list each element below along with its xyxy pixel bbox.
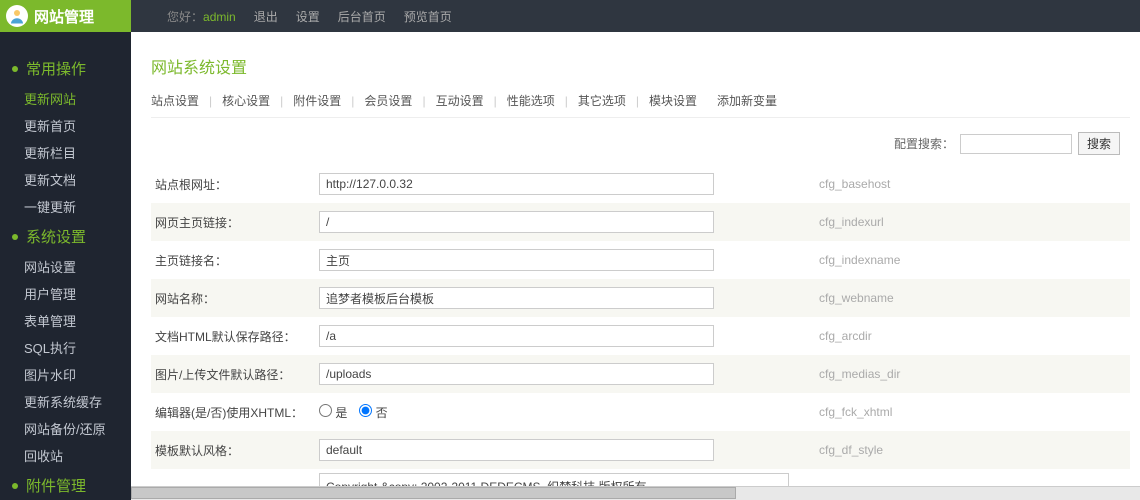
field-label: 主页链接名： xyxy=(151,252,319,269)
tab[interactable]: 模块设置 xyxy=(649,92,697,109)
form-row: 站点根网址： cfg_basehost xyxy=(151,165,1130,203)
content: 网站系统设置 站点设置|核心设置|附件设置|会员设置|互动设置|性能选项|其它选… xyxy=(131,32,1140,500)
topnav-logout[interactable]: 退出 xyxy=(254,8,278,25)
form-row: 文档HTML默认保存路径： cfg_arcdir xyxy=(151,317,1130,355)
form-row: 网站名称： cfg_webname xyxy=(151,279,1130,317)
search-label: 配置搜索： xyxy=(894,135,954,152)
cfg-key: cfg_indexurl xyxy=(799,215,1049,229)
sidebar-item[interactable]: 更新首页 xyxy=(0,112,131,139)
sidebar-group-title[interactable]: 系统设置 xyxy=(0,220,131,253)
cfg-key: cfg_basehost xyxy=(799,177,1049,191)
tabs: 站点设置|核心设置|附件设置|会员设置|互动设置|性能选项|其它选项|模块设置 … xyxy=(151,92,1130,118)
cfg-key: cfg_arcdir xyxy=(799,329,1049,343)
form-row: 主页链接名： cfg_indexname xyxy=(151,241,1130,279)
field-label: 网站名称： xyxy=(151,290,319,307)
cfg-key: cfg_medias_dir xyxy=(799,367,1049,381)
field-label: 编辑器(是/否)使用XHTML： xyxy=(151,404,319,421)
sidebar-item[interactable]: 表单管理 xyxy=(0,307,131,334)
brand-icon xyxy=(6,5,28,27)
tab[interactable]: 性能选项 xyxy=(507,92,555,109)
settings-form: 站点根网址： cfg_basehost 网页主页链接： cfg_indexurl 主页链… xyxy=(151,165,1130,500)
form-row: 编辑器(是/否)使用XHTML： 是 否 cfg_fck_xhtml xyxy=(151,393,1130,431)
cfg-key: cfg_fck_xhtml xyxy=(799,405,1049,419)
dot-icon xyxy=(12,234,18,240)
tab[interactable]: 其它选项 xyxy=(578,92,626,109)
field-label: 站点根网址： xyxy=(151,176,319,193)
form-row: 图片/上传文件默认路径： cfg_medias_dir xyxy=(151,355,1130,393)
text-input[interactable] xyxy=(319,325,714,347)
sidebar-item[interactable]: SQL执行 xyxy=(0,334,131,361)
radio-option[interactable]: 是 xyxy=(319,406,347,420)
cfg-key: cfg_webname xyxy=(799,291,1049,305)
dot-icon xyxy=(12,66,18,72)
text-input[interactable] xyxy=(319,287,714,309)
sidebar-item[interactable]: 更新栏目 xyxy=(0,139,131,166)
sidebar-item[interactable]: 图片水印 xyxy=(0,361,131,388)
field-label: 文档HTML默认保存路径： xyxy=(151,328,319,345)
form-row: 网页主页链接： cfg_indexurl xyxy=(151,203,1130,241)
search-button[interactable]: 搜索 xyxy=(1078,132,1120,155)
sidebar-item[interactable]: 回收站 xyxy=(0,442,131,469)
topnav-greeting: 您好：admin xyxy=(167,8,236,25)
topbar: 网站管理 您好：admin 退出 设置 后台首页 预览首页 xyxy=(0,0,1140,32)
text-input[interactable] xyxy=(319,363,714,385)
text-input[interactable] xyxy=(319,211,714,233)
search-row: 配置搜索： 搜索 xyxy=(151,126,1130,165)
brand: 网站管理 xyxy=(0,0,131,32)
sidebar-item[interactable]: 网站设置 xyxy=(0,253,131,280)
topnav: 您好：admin 退出 设置 后台首页 预览首页 xyxy=(167,8,452,25)
text-input[interactable] xyxy=(319,439,714,461)
radio-option[interactable]: 否 xyxy=(359,406,387,420)
dot-icon xyxy=(12,483,18,489)
tab[interactable]: 互动设置 xyxy=(436,92,484,109)
sidebar-item[interactable]: 一键更新 xyxy=(0,193,131,220)
horizontal-scrollbar[interactable] xyxy=(131,486,1140,500)
sidebar: 常用操作更新网站更新首页更新栏目更新文档一键更新系统设置网站设置用户管理表单管理… xyxy=(0,32,131,500)
sidebar-item[interactable]: 更新文档 xyxy=(0,166,131,193)
page-title: 网站系统设置 xyxy=(151,54,1130,78)
sidebar-item[interactable]: 网站备份/还原 xyxy=(0,415,131,442)
tab[interactable]: 添加新变量 xyxy=(717,92,777,109)
topnav-admin-home[interactable]: 后台首页 xyxy=(338,8,386,25)
tab[interactable]: 站点设置 xyxy=(151,92,199,109)
sidebar-group-title[interactable]: 常用操作 xyxy=(0,52,131,85)
tab[interactable]: 核心设置 xyxy=(222,92,270,109)
brand-text: 网站管理 xyxy=(34,6,94,27)
field-label: 图片/上传文件默认路径： xyxy=(151,366,319,383)
cfg-key: cfg_df_style xyxy=(799,443,1049,457)
tab[interactable]: 附件设置 xyxy=(293,92,341,109)
field-label: 模板默认风格： xyxy=(151,442,319,459)
sidebar-group-title[interactable]: 附件管理 xyxy=(0,469,131,500)
topnav-settings[interactable]: 设置 xyxy=(296,8,320,25)
tab[interactable]: 会员设置 xyxy=(364,92,412,109)
text-input[interactable] xyxy=(319,249,714,271)
field-label: 网页主页链接： xyxy=(151,214,319,231)
sidebar-item[interactable]: 更新网站 xyxy=(0,85,131,112)
sidebar-item[interactable]: 更新系统缓存 xyxy=(0,388,131,415)
form-row: 模板默认风格： cfg_df_style xyxy=(151,431,1130,469)
sidebar-item[interactable]: 用户管理 xyxy=(0,280,131,307)
text-input[interactable] xyxy=(319,173,714,195)
search-input[interactable] xyxy=(960,134,1072,154)
cfg-key: cfg_indexname xyxy=(799,253,1049,267)
topnav-preview[interactable]: 预览首页 xyxy=(404,8,452,25)
